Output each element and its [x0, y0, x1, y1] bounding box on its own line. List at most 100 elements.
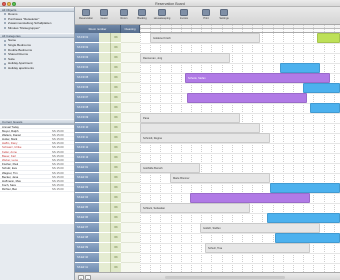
status-cell[interactable]: OK — [111, 53, 121, 63]
toolbar-booking-button[interactable]: Booking — [133, 9, 151, 24]
room-number-header[interactable]: Room number — [75, 25, 121, 33]
booking-bar[interactable] — [310, 103, 340, 113]
booking-bar[interactable]: Schmidt, Regine — [140, 133, 270, 143]
status-cell[interactable]: OK — [111, 123, 121, 133]
note-cell[interactable] — [121, 253, 140, 263]
note-cell[interactable] — [121, 93, 140, 103]
booking-bar[interactable] — [275, 233, 340, 243]
room-cell[interactable]: SS FR 10 — [75, 123, 99, 133]
status-cell[interactable]: OK — [111, 263, 121, 272]
room-cell[interactable]: SS FR 04 — [75, 63, 99, 73]
booking-bar[interactable] — [267, 213, 340, 223]
note-cell[interactable] — [121, 213, 140, 223]
toolbar-guest-button[interactable]: Guest — [95, 9, 113, 24]
status-cell[interactable]: OK — [111, 213, 121, 223]
room-cell[interactable]: SS EZ 05 — [75, 203, 99, 213]
status-cell[interactable]: OK — [111, 143, 121, 153]
room-cell[interactable]: SS FR 05 — [75, 73, 99, 83]
booking-bar[interactable] — [140, 123, 260, 133]
note-cell[interactable] — [121, 53, 140, 63]
status-cell[interactable]: OK — [111, 73, 121, 83]
guest-row[interactable]: Richter, Ben SS 15.00 — [0, 187, 74, 192]
booking-bar[interactable]: Marie Brunner — [170, 173, 270, 183]
guest-list[interactable]: Annual Today Meyer, Ralph SS 15.00 Walters,… — [0, 123, 74, 224]
room-cell[interactable]: SS EZ 01 — [75, 163, 99, 173]
status-cell[interactable]: OK — [111, 153, 121, 163]
booking-bar[interactable]: Ranneman, Jorg — [140, 53, 230, 63]
note-cell[interactable] — [121, 83, 140, 93]
status-cell[interactable]: OK — [111, 183, 121, 193]
category-item[interactable]: Holiday apartments — [0, 66, 74, 71]
note-cell[interactable] — [121, 143, 140, 153]
note-cell[interactable] — [121, 73, 140, 83]
note-cell[interactable] — [121, 243, 140, 253]
booking-bar[interactable] — [303, 83, 340, 93]
status-cell[interactable]: OK — [111, 243, 121, 253]
booking-bar[interactable]: Gotthilde Bucsch — [140, 163, 200, 173]
room-cell[interactable]: SS FR 12 — [75, 143, 99, 153]
cleaning-cell[interactable] — [99, 83, 111, 93]
toolbar-print-button[interactable]: Print — [197, 9, 215, 24]
room-cell[interactable]: SS FR 03 — [75, 53, 99, 63]
cleaning-cell[interactable] — [99, 193, 111, 203]
note-cell[interactable] — [121, 193, 140, 203]
booking-bar[interactable]: Schenk, Stefan — [185, 73, 330, 83]
status-cell[interactable]: OK — [111, 233, 121, 243]
cleaning-cell[interactable] — [99, 243, 111, 253]
cleaning-cell[interactable] — [99, 223, 111, 233]
status-cell[interactable]: OK — [111, 63, 121, 73]
booking-bar[interactable] — [317, 33, 340, 43]
note-cell[interactable] — [121, 173, 140, 183]
status-cell[interactable]: OK — [111, 173, 121, 183]
status-cell[interactable]: OK — [111, 193, 121, 203]
cleaning-status-header[interactable]: Cleaning status — [121, 25, 140, 39]
status-cell[interactable]: OK — [111, 163, 121, 173]
status-cell[interactable]: OK — [111, 43, 121, 53]
toolbar-room-button[interactable]: Room — [115, 9, 133, 24]
horizontal-scrollbar[interactable] — [165, 275, 285, 279]
note-cell[interactable] — [121, 263, 140, 272]
cleaning-cell[interactable] — [99, 143, 111, 153]
status-cell[interactable]: OK — [111, 93, 121, 103]
booking-bar[interactable]: Schulz, Tina — [205, 243, 310, 253]
note-cell[interactable] — [121, 113, 140, 123]
note-cell[interactable] — [121, 163, 140, 173]
cleaning-cell[interactable] — [99, 153, 111, 163]
room-cell[interactable]: SS FR 13 — [75, 153, 99, 163]
status-cell[interactable]: OK — [111, 253, 121, 263]
room-cell[interactable]: SS EZ 06 — [75, 213, 99, 223]
cleaning-cell[interactable] — [99, 43, 111, 53]
booking-bar[interactable] — [270, 183, 340, 193]
status-cell[interactable]: OK — [111, 203, 121, 213]
cleaning-cell[interactable] — [99, 53, 111, 63]
cleaning-cell[interactable] — [99, 233, 111, 243]
cleaning-cell[interactable] — [99, 163, 111, 173]
cleaning-cell[interactable] — [99, 113, 111, 123]
status-cell[interactable]: OK — [111, 113, 121, 123]
cleaning-cell[interactable] — [99, 133, 111, 143]
booking-bar[interactable]: Goldene Kirsch — [150, 33, 260, 43]
cleaning-cell[interactable] — [99, 253, 111, 263]
cleaning-cell[interactable] — [99, 203, 111, 213]
add-button[interactable]: + — [78, 274, 84, 280]
room-cell[interactable]: SS EZ 10 — [75, 253, 99, 263]
cleaning-cell[interactable] — [99, 103, 111, 113]
room-cell[interactable]: SS EZ 09 — [75, 243, 99, 253]
room-cell[interactable]: SS FR 11 — [75, 133, 99, 143]
room-cell[interactable]: SS FR 02 — [75, 43, 99, 53]
status-cell[interactable]: OK — [111, 223, 121, 233]
room-cell[interactable]: SS EZ 07 — [75, 223, 99, 233]
room-cell[interactable]: SS FR 08 — [75, 103, 99, 113]
room-cell[interactable]: SS FR 09 — [75, 113, 99, 123]
room-cell[interactable]: SS EZ 08 — [75, 233, 99, 243]
note-cell[interactable] — [121, 123, 140, 133]
cleaning-cell[interactable] — [99, 213, 111, 223]
booking-bar[interactable] — [190, 193, 310, 203]
status-cell[interactable]: OK — [111, 133, 121, 143]
note-cell[interactable] — [121, 33, 140, 43]
remove-button[interactable]: − — [85, 274, 91, 280]
booking-bar[interactable]: Pana — [140, 113, 240, 123]
room-cell[interactable]: SS FR 01 — [75, 33, 99, 43]
room-cell[interactable]: SS EZ 03 — [75, 183, 99, 193]
note-cell[interactable] — [121, 133, 140, 143]
